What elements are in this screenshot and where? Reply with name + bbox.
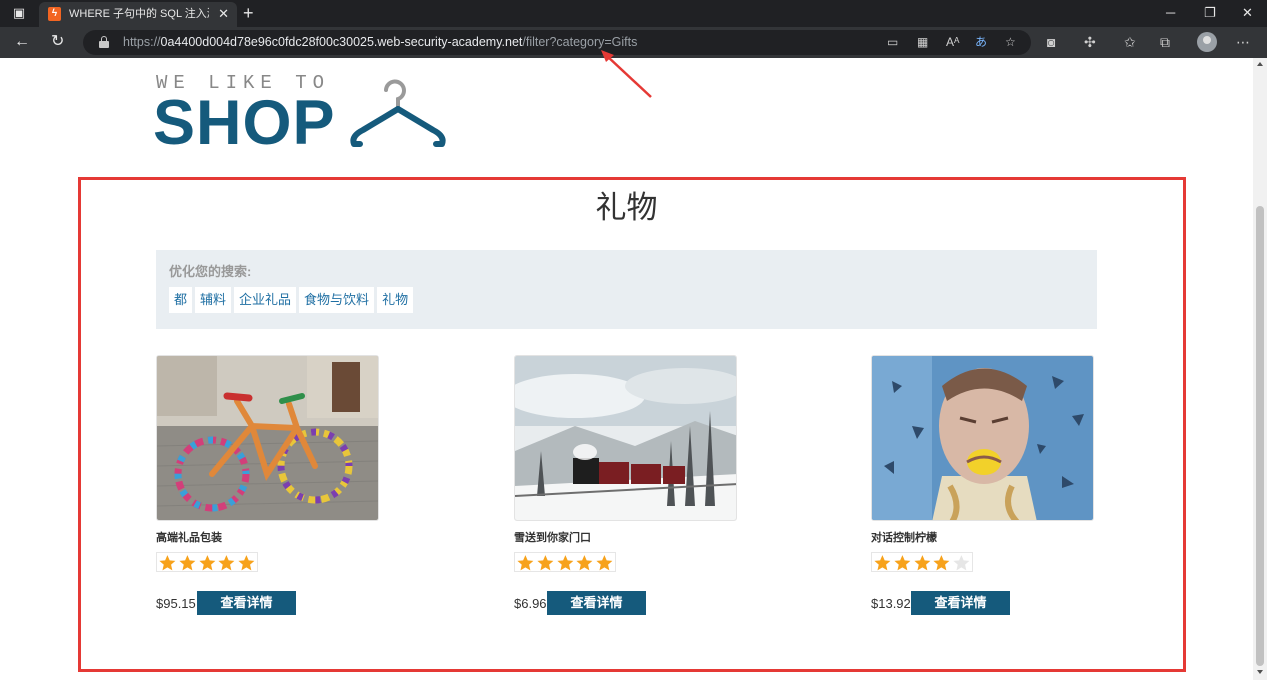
browser-tab-bar: ▣ ϟ WHERE 子句中的 SQL 注入漏洞允 ✕ + ─ ❐ ✕	[0, 0, 1267, 27]
filter-label: 优化您的搜索:	[169, 264, 252, 279]
star-filled-icon	[517, 554, 534, 570]
page-viewport: WE LIKE TO SHOP 礼物 优化您的搜索: 都 辅料 企业礼品 食物与…	[0, 58, 1253, 680]
restore-icon[interactable]: ❐	[1204, 4, 1216, 22]
tracking-prevention-icon[interactable]: ◙	[1047, 33, 1055, 51]
address-bar[interactable]: https://0a4400d004d78e96c0fdc28f00c30025…	[83, 30, 1031, 55]
favorites-icon[interactable]: ✩	[1124, 33, 1136, 51]
star-filled-icon	[874, 554, 891, 570]
profile-avatar[interactable]	[1197, 32, 1217, 52]
browser-tab[interactable]: ϟ WHERE 子句中的 SQL 注入漏洞允 ✕	[39, 2, 237, 27]
lightning-icon: ϟ	[48, 7, 61, 21]
star-filled-icon	[596, 554, 613, 570]
filter-link-corporate-gifts[interactable]: 企业礼品	[234, 287, 297, 313]
extensions-icon[interactable]: ✣	[1084, 33, 1096, 51]
star-empty-icon	[953, 554, 970, 570]
read-aloud-icon[interactable]: Aᴬ	[946, 34, 959, 50]
lock-icon[interactable]	[99, 36, 109, 48]
view-details-button[interactable]: 查看详情	[547, 591, 646, 615]
filter-link-food-drink[interactable]: 食物与饮料	[299, 287, 375, 313]
filter-panel: 优化您的搜索: 都 辅料 企业礼品 食物与饮料 礼物	[156, 250, 1097, 329]
new-tab-icon[interactable]: +	[243, 3, 254, 23]
product-price: $6.96	[514, 596, 547, 611]
translate-icon[interactable]: あ	[975, 34, 987, 50]
url-scheme: https://	[123, 35, 161, 49]
favorite-star-icon[interactable]: ☆	[1005, 34, 1016, 50]
star-rating	[871, 552, 973, 572]
scroll-up-arrow-icon[interactable]	[1257, 62, 1263, 66]
back-arrow-icon[interactable]: ←	[14, 32, 30, 52]
star-rating	[514, 552, 616, 572]
view-details-button[interactable]: 查看详情	[197, 591, 296, 615]
product-price: $95.15	[156, 596, 196, 611]
star-filled-icon	[576, 554, 593, 570]
url-host: 0a4400d004d78e96c0fdc28f00c30025.web-sec…	[160, 35, 523, 49]
tab-title: WHERE 子句中的 SQL 注入漏洞允	[69, 8, 209, 20]
star-filled-icon	[556, 554, 574, 570]
star-filled-icon	[159, 554, 176, 570]
app-grid-icon[interactable]: ▦	[917, 34, 928, 50]
star-filled-icon	[218, 554, 235, 570]
filter-link-gifts[interactable]: 礼物	[377, 287, 414, 313]
star-filled-icon	[913, 554, 931, 570]
cast-icon[interactable]: ▭	[887, 34, 898, 50]
tab-actions-icon[interactable]: ▣	[9, 4, 29, 22]
scrollbar-thumb[interactable]	[1256, 206, 1264, 666]
filter-links: 都 辅料 企业礼品 食物与饮料 礼物	[169, 287, 414, 313]
view-details-button[interactable]: 查看详情	[911, 591, 1010, 615]
star-filled-icon	[933, 554, 950, 570]
more-menu-icon[interactable]: ⋯	[1236, 33, 1250, 51]
product-name[interactable]: 对话控制柠檬	[871, 531, 937, 545]
star-filled-icon	[894, 554, 911, 570]
filter-link-all[interactable]: 都	[169, 287, 193, 313]
product-name[interactable]: 高端礼品包装	[156, 531, 222, 545]
vertical-scrollbar[interactable]	[1253, 58, 1267, 680]
star-filled-icon	[537, 554, 554, 570]
hanger-icon	[350, 79, 446, 147]
page-title: 礼物	[595, 190, 658, 225]
url-text[interactable]: https://0a4400d004d78e96c0fdc28f00c30025…	[123, 35, 637, 50]
scroll-down-arrow-icon[interactable]	[1257, 670, 1263, 674]
product-price: $13.92	[871, 596, 911, 611]
star-filled-icon	[198, 554, 216, 570]
url-path: /filter?category=Gifts	[522, 35, 638, 49]
logo-wordmark[interactable]: SHOP	[153, 90, 336, 156]
minimize-icon[interactable]: ─	[1166, 4, 1175, 22]
close-window-icon[interactable]: ✕	[1242, 4, 1253, 22]
star-rating	[156, 552, 258, 572]
product-image-train	[514, 355, 737, 521]
product-image-lemon	[871, 355, 1094, 521]
product-name[interactable]: 雪送到你家门口	[514, 531, 591, 545]
product-image-bicycle	[156, 355, 379, 521]
close-tab-icon[interactable]: ✕	[218, 6, 229, 22]
star-filled-icon	[238, 554, 255, 570]
browser-toolbar: ← ↻ https://0a4400d004d78e96c0fdc28f00c3…	[0, 27, 1267, 58]
filter-link-accessories[interactable]: 辅料	[195, 287, 232, 313]
star-filled-icon	[179, 554, 196, 570]
collections-icon[interactable]: ⧉	[1160, 33, 1170, 51]
refresh-icon[interactable]: ↻	[51, 32, 64, 52]
